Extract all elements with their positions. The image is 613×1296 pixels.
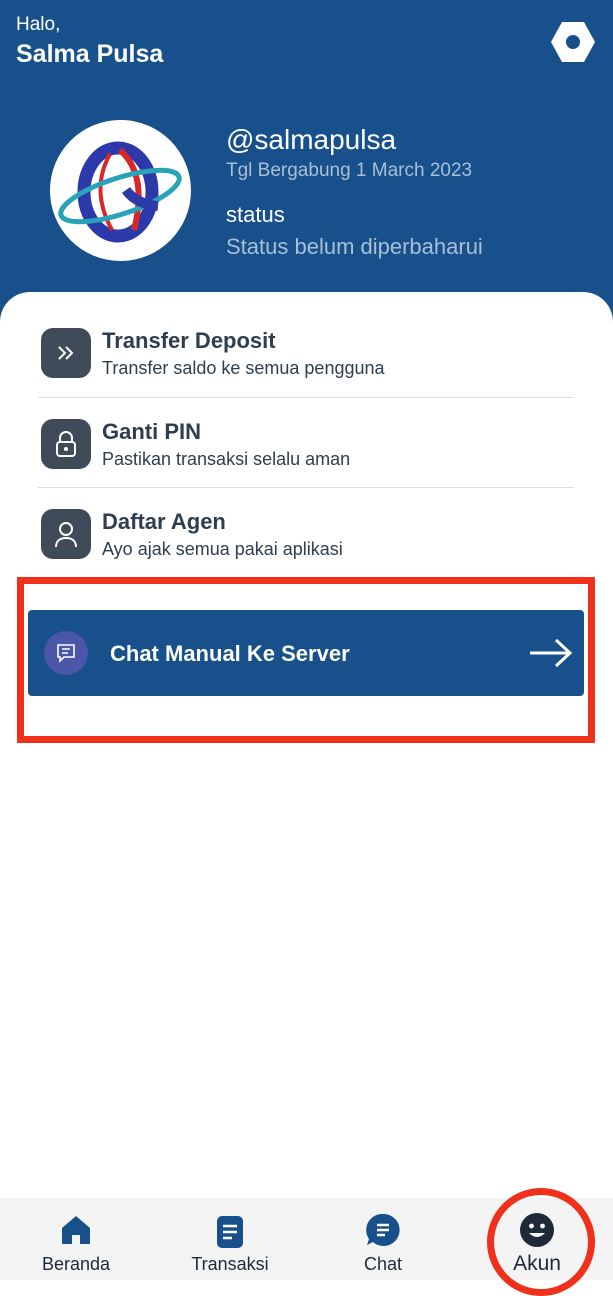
avatar <box>50 120 191 261</box>
greeting-text: Halo, <box>16 14 61 35</box>
receipt-icon <box>217 1216 243 1248</box>
menu-item-subtitle: Pastikan transaksi selalu aman <box>102 449 351 469</box>
nav-item-chat[interactable]: Chat <box>323 1198 443 1280</box>
menu-item-daftar-agen[interactable]: Daftar Agen Ayo ajak semua pakai aplikas… <box>38 487 574 577</box>
lock-icon <box>41 419 91 469</box>
menu-item-title: Transfer Deposit <box>102 328 276 353</box>
nav-label: Transaksi <box>191 1254 269 1274</box>
home-icon <box>62 1216 90 1244</box>
status-label: status <box>226 202 285 227</box>
menu-item-title: Ganti PIN <box>102 419 202 444</box>
nav-item-beranda[interactable]: Beranda <box>16 1198 136 1280</box>
hexagon-settings-icon[interactable] <box>550 20 596 64</box>
nav-item-transaksi[interactable]: Transaksi <box>170 1198 290 1280</box>
user-icon <box>41 509 91 559</box>
menu-item-title: Daftar Agen <box>102 509 226 534</box>
user-name: Salma Pulsa <box>16 40 164 68</box>
double-chevron-right-icon <box>41 328 91 378</box>
nav-label: Chat <box>363 1254 403 1274</box>
menu-item-ganti-pin[interactable]: Ganti PIN Pastikan transaksi selalu aman <box>38 397 574 487</box>
nav-label: Beranda <box>41 1254 111 1274</box>
chat-icon <box>366 1213 400 1246</box>
menu-item-subtitle: Ayo ajak semua pakai aplikasi <box>102 539 343 559</box>
joined-date: Tgl Bergabung 1 March 2023 <box>226 160 473 181</box>
profile-header: Halo, Salma Pulsa @salmapulsa Tgl Bergab… <box>0 0 613 330</box>
menu-item-transfer-deposit[interactable]: Transfer Deposit Transfer saldo ke semua… <box>38 306 574 396</box>
logo-image <box>50 120 190 260</box>
highlight-box <box>17 577 595 743</box>
username: @salmapulsa <box>226 124 397 155</box>
menu-item-subtitle: Transfer saldo ke semua pengguna <box>102 358 385 378</box>
status-value: Status belum diperbaharui <box>226 234 483 259</box>
